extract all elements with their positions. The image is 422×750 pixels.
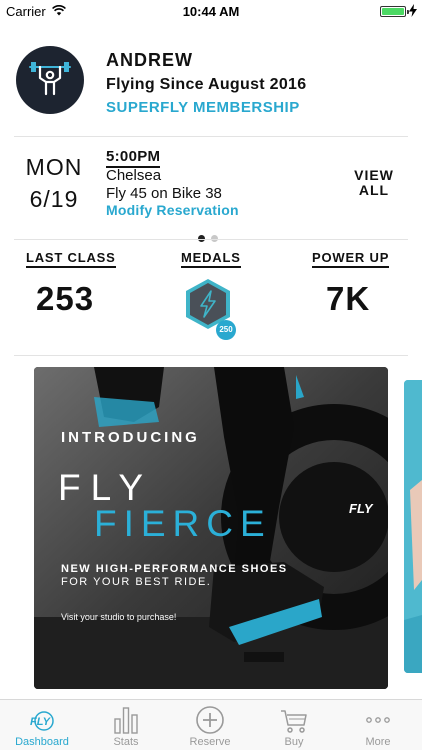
divider — [14, 239, 408, 240]
fly-logo: FLY — [349, 501, 373, 516]
promo-subtitle-1: NEW HIGH-PERFORMANCE SHOES — [61, 563, 288, 575]
medal-badge[interactable]: 250 — [182, 277, 242, 341]
plus-circle-icon — [196, 706, 224, 734]
battery-icon — [380, 6, 409, 17]
status-time: 10:44 AM — [182, 4, 240, 19]
tab-label: More — [365, 736, 391, 748]
promo-title-fierce: FIERCE — [94, 503, 272, 544]
fly-logo-icon: FLY — [30, 711, 54, 731]
tab-buy[interactable]: Buy — [252, 700, 336, 750]
reservation-details: Fly 45 on Bike 38 — [106, 185, 222, 202]
reservation-date: 6/19 — [29, 186, 79, 212]
tab-bar: FLY Dashboard Stats Reserve Buy More — [0, 699, 422, 750]
tab-reserve[interactable]: Reserve — [168, 700, 252, 750]
last-class-label: LAST CLASS — [26, 250, 116, 268]
bar-chart-icon — [114, 707, 138, 734]
ellipsis-icon — [366, 717, 390, 723]
weightlifter-icon — [29, 62, 71, 96]
page-indicator[interactable] — [198, 229, 224, 247]
power-up-label: POWER UP — [312, 250, 390, 268]
reservation-time: 5:00PM — [106, 148, 161, 168]
reservation-location: Chelsea — [106, 167, 162, 184]
view-all-label-line2: ALL — [358, 182, 390, 198]
tab-stats[interactable]: Stats — [84, 700, 168, 750]
profile-name: ANDREW — [106, 50, 193, 70]
tab-dashboard[interactable]: FLY Dashboard — [0, 700, 84, 750]
tab-label: Buy — [284, 736, 304, 748]
tab-more[interactable]: More — [336, 700, 420, 750]
avatar[interactable] — [16, 46, 84, 114]
view-all-label-line1: VIEW — [354, 167, 394, 183]
promo-cta: Visit your studio to purchase! — [61, 612, 177, 622]
charging-bolt-icon — [409, 4, 417, 17]
medal-count: 250 — [219, 325, 233, 334]
cart-icon — [281, 710, 307, 733]
tab-label: Stats — [113, 736, 139, 748]
membership-link[interactable]: SUPERFLY MEMBERSHIP — [106, 99, 300, 116]
divider — [14, 136, 408, 137]
tab-label: Dashboard — [15, 736, 69, 748]
last-class-value: 253 — [36, 280, 95, 317]
svg-text:FLY: FLY — [30, 716, 52, 728]
next-promo-image — [404, 380, 422, 673]
status-bar: Carrier 10:44 AM — [0, 0, 422, 22]
promo-subtitle-2: FOR YOUR BEST RIDE. — [61, 576, 212, 588]
modify-reservation-link[interactable]: Modify Reservation — [106, 202, 239, 218]
power-up-value: 7K — [326, 280, 371, 317]
next-promo-card[interactable] — [404, 380, 422, 673]
medals-label: MEDALS — [181, 250, 241, 268]
promo-introducing: INTRODUCING — [61, 429, 200, 446]
reservation-day: MON — [25, 154, 83, 180]
view-all-button[interactable]: VIEW ALL — [344, 168, 404, 198]
profile-since: Flying Since August 2016 — [106, 76, 307, 93]
tab-label: Reserve — [189, 736, 231, 748]
promo-card[interactable]: INTRODUCING FLY FIERCE FLY NEW HIGH-PERF… — [34, 367, 388, 689]
divider — [14, 355, 408, 356]
